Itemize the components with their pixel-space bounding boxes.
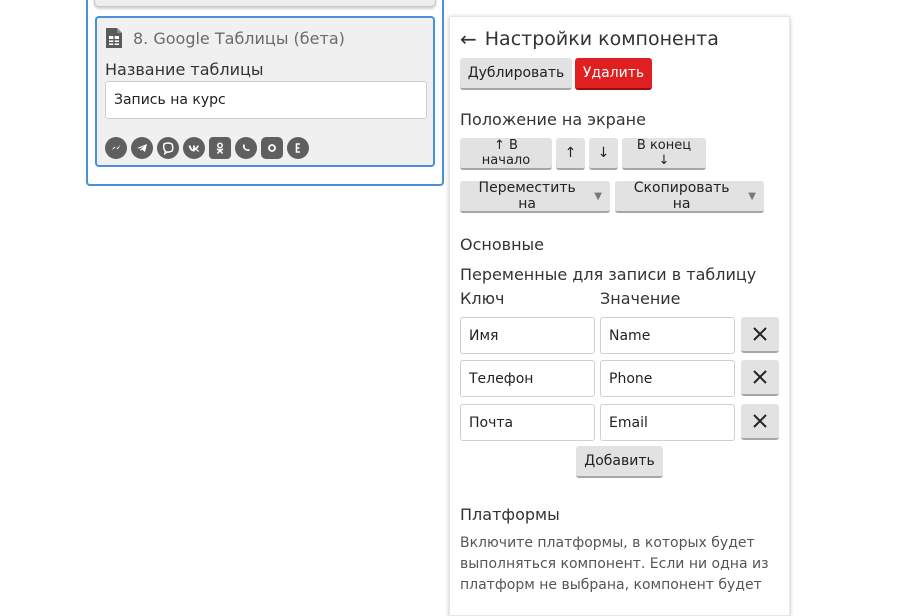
instagram-icon [261, 137, 283, 159]
table-name-label: Название таблицы [105, 60, 264, 79]
whatsapp-icon [235, 137, 257, 159]
move-to-dropdown[interactable]: Переместить на ▼ [460, 180, 610, 213]
messenger-icon [105, 137, 127, 159]
move-up-button[interactable]: ↑ [556, 138, 585, 170]
close-icon [753, 414, 767, 428]
remove-variable-button[interactable] [741, 317, 779, 353]
component-settings-panel: ← Настройки компонента Дублировать Удали… [449, 16, 790, 616]
close-icon [753, 370, 767, 384]
caret-down-icon: ▼ [594, 190, 602, 202]
yandex-icon [287, 137, 309, 159]
variables-section-title: Переменные для записи в таблицу [460, 265, 757, 284]
move-to-end-button[interactable]: В конец ↓ [622, 138, 706, 170]
key-column-header: Ключ [460, 289, 505, 308]
panel-title: Настройки компонента [484, 28, 719, 50]
table-name-field[interactable] [105, 81, 427, 119]
position-section-title: Положение на экране [460, 110, 646, 129]
spreadsheet-file-icon [106, 28, 122, 48]
telegram-icon [131, 137, 153, 159]
variable-key-field[interactable] [460, 360, 595, 397]
basic-section-title: Основные [460, 235, 545, 254]
copy-to-label: Скопировать на [633, 180, 730, 212]
value-column-header: Значение [600, 289, 681, 308]
vk-icon [183, 137, 205, 159]
previous-component-card[interactable] [94, 0, 436, 7]
component-card-google-sheets[interactable]: 8. Google Таблицы (бета) Название таблиц… [95, 16, 435, 167]
viber-icon [157, 137, 179, 159]
variable-value-field[interactable] [600, 404, 735, 441]
remove-variable-button[interactable] [741, 360, 779, 396]
copy-to-dropdown[interactable]: Скопировать на ▼ [615, 180, 764, 213]
platform-icons-row [105, 137, 309, 159]
duplicate-button[interactable]: Дублировать [460, 58, 572, 90]
component-title-text: 8. Google Таблицы (бета) [133, 28, 345, 48]
component-title: 8. Google Таблицы (бета) [105, 26, 345, 50]
close-icon [753, 327, 767, 341]
arrow-left-icon: ← [460, 27, 477, 51]
add-variable-button[interactable]: Добавить [576, 446, 663, 478]
variable-value-field[interactable] [600, 317, 735, 354]
remove-variable-button[interactable] [741, 404, 779, 440]
move-down-button[interactable]: ↓ [589, 138, 618, 170]
move-to-label: Переместить на [478, 180, 576, 212]
odnoklassniki-icon [209, 137, 231, 159]
caret-down-icon: ▼ [748, 190, 756, 202]
variable-key-field[interactable] [460, 317, 595, 354]
delete-button[interactable]: Удалить [575, 58, 652, 90]
platforms-section-title: Платформы [460, 505, 560, 524]
variable-key-field[interactable] [460, 404, 595, 441]
back-to-list-button[interactable]: ← Настройки компонента [460, 27, 719, 51]
platforms-description: Включите платформы, в которых будет выпо… [460, 535, 769, 593]
variable-value-field[interactable] [600, 360, 735, 397]
move-to-start-button[interactable]: ↑ В начало [460, 138, 552, 170]
